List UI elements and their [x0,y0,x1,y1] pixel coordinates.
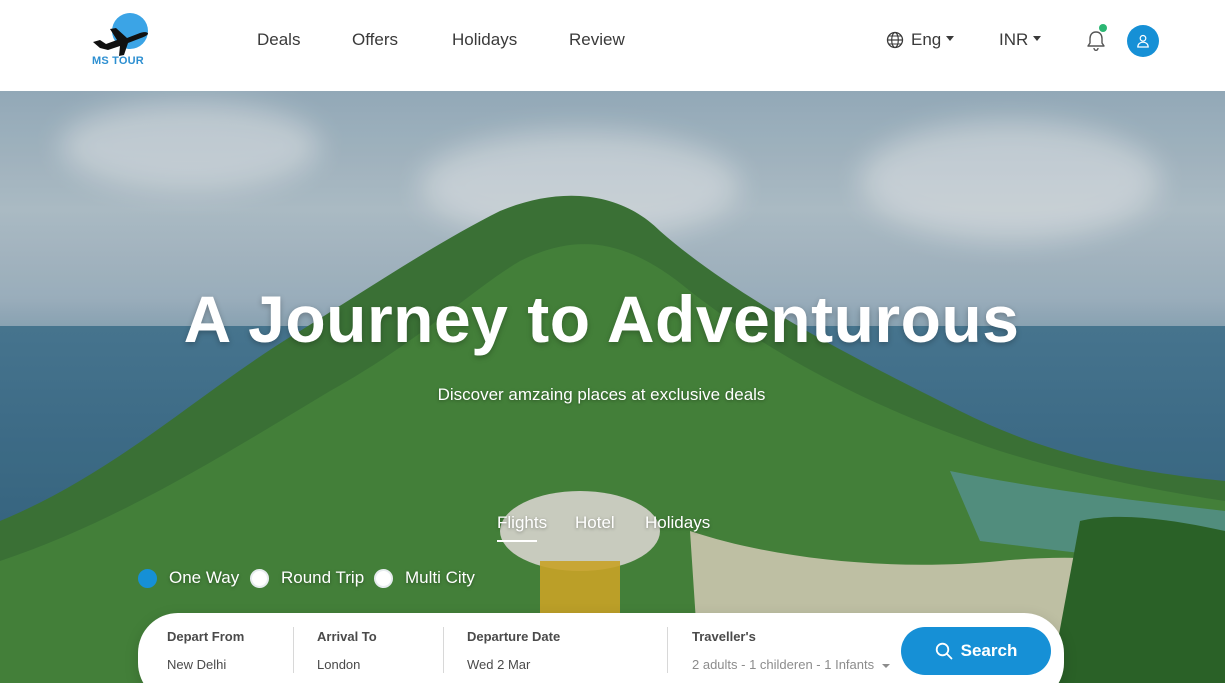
search-button-label: Search [960,641,1018,660]
arrival-to-label: Arrival To [317,629,377,644]
depart-from-field[interactable]: Depart From New Delhi [167,629,244,672]
language-selector[interactable]: Eng [886,30,955,50]
hero-banner: A Journey to Adventurous Discover amzain… [0,91,1225,683]
chevron-down-icon [946,36,955,41]
radio-button[interactable] [374,568,393,588]
chevron-down-icon [882,663,891,668]
field-divider [293,627,294,673]
tab-hotel[interactable]: Hotel [575,513,645,533]
top-navbar: MS TOUR Deals Offers Holidays Review Eng… [0,0,1225,91]
travellers-value-text: 2 adults - 1 childeren - 1 Infants [692,657,875,672]
nav-holidays[interactable]: Holidays [452,30,569,50]
hero-subtitle: Discover amzaing places at exclusive dea… [437,385,766,404]
depart-from-label: Depart From [167,629,245,644]
departure-date-label: Departure Date [467,629,561,644]
field-divider [443,627,444,673]
bell-icon[interactable] [1086,30,1106,52]
brand-logo[interactable]: MS TOUR [90,10,152,70]
radio-multi-city-label: Multi City [405,568,475,587]
arrival-to-field[interactable]: Arrival To London [317,629,377,672]
departure-date-field[interactable]: Departure Date Wed 2 Mar [467,629,560,672]
nav-review[interactable]: Review [569,30,639,50]
chevron-down-icon [1033,36,1042,41]
radio-one-way-label: One Way [169,568,240,587]
language-label: Eng [911,30,942,49]
travellers-value[interactable]: 2 adults - 1 childeren - 1 Infants [692,657,891,672]
search-button[interactable]: Search [901,627,1051,675]
profile-avatar-button[interactable] [1127,25,1159,57]
notification-dot [1099,24,1107,32]
nav-offers[interactable]: Offers [352,30,452,50]
trip-type-selector: One Way Round Trip Multi City [138,568,475,588]
booking-tabs: Flights Hotel Holidays [497,513,710,542]
tab-holidays[interactable]: Holidays [645,513,710,533]
tab-flights[interactable]: Flights [497,513,575,542]
radio-multi-city[interactable]: Multi City [374,568,475,588]
radio-one-way[interactable]: One Way [138,568,250,588]
main-nav: Deals Offers Holidays Review [257,30,639,50]
search-icon [935,642,953,660]
depart-from-value[interactable]: New Delhi [167,657,244,672]
flight-search-bar: Depart From New Delhi Arrival To London … [138,613,1064,683]
currency-label: INR [999,30,1029,49]
tab-flights-label: Flights [497,513,548,532]
nav-deals[interactable]: Deals [257,30,352,50]
field-divider [667,627,668,673]
radio-round-trip[interactable]: Round Trip [250,568,374,588]
radio-button[interactable] [250,568,269,588]
arrival-to-value[interactable]: London [317,657,377,672]
globe-icon [886,31,904,49]
radio-button-selected[interactable] [138,568,157,588]
brand-name: MS TOUR [92,55,144,67]
currency-selector[interactable]: INR [999,30,1042,50]
active-tab-indicator [497,540,537,542]
travellers-label: Traveller's [692,629,756,644]
travellers-field[interactable]: Traveller's 2 adults - 1 childeren - 1 I… [692,629,891,672]
hero-title: A Journey to Adventurous [183,282,1020,356]
departure-date-value[interactable]: Wed 2 Mar [467,657,560,672]
airplane-icon [93,28,148,56]
radio-round-trip-label: Round Trip [281,568,365,587]
user-icon [1137,34,1149,48]
